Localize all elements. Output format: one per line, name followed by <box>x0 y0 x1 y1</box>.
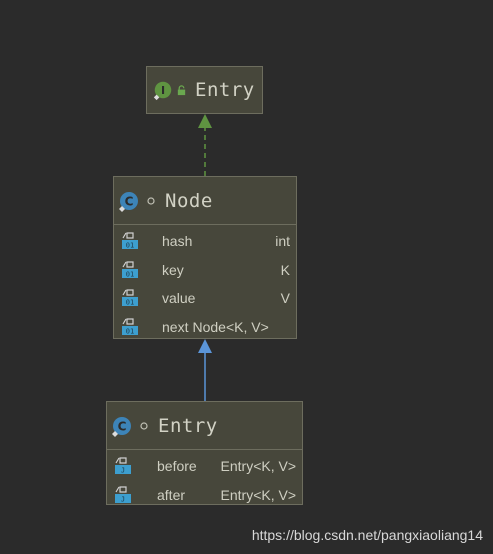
member-list: 01 hash int 01 key K 01 value V 01 next … <box>114 225 296 341</box>
svg-text:01: 01 <box>126 242 134 250</box>
node-title: Node <box>165 189 213 212</box>
member-name: key <box>162 261 184 278</box>
member-list: J before Entry<K, V> J after Entry<K, V> <box>107 450 302 509</box>
svg-text:01: 01 <box>126 328 134 336</box>
member-type: Entry<K, V> <box>220 458 296 475</box>
member-type: int <box>275 233 290 250</box>
interface-icon: I <box>153 81 172 101</box>
member-row[interactable]: 01 next Node<K, V> <box>114 313 296 342</box>
svg-text:J: J <box>121 495 125 503</box>
svg-text:C: C <box>125 194 134 208</box>
field-icon: 01 <box>122 289 138 307</box>
node-title: Entry <box>195 79 255 101</box>
member-type: Node<K, V> <box>192 319 269 336</box>
class-entry-node[interactable]: C Entry J before Entry<K, V> J after Ent… <box>106 401 303 505</box>
extends-arrow <box>198 339 212 401</box>
watermark: https://blog.csdn.net/pangxiaoliang14 <box>251 527 483 543</box>
package-private-icon <box>140 421 148 430</box>
member-name: after <box>157 486 186 503</box>
svg-text:I: I <box>161 84 165 97</box>
field-icon: J <box>115 457 131 475</box>
svg-text:J: J <box>121 467 125 475</box>
package-private-icon <box>147 196 155 205</box>
member-name: hash <box>162 233 193 250</box>
implements-arrow <box>198 114 212 176</box>
member-type: V <box>280 290 290 307</box>
interface-entry-node[interactable]: I Entry <box>146 66 263 114</box>
member-row[interactable]: 01 key K <box>114 256 296 285</box>
member-row[interactable]: 01 value V <box>114 284 296 313</box>
field-icon: 01 <box>122 318 138 336</box>
field-icon: J <box>115 486 131 503</box>
member-name: before <box>157 458 197 475</box>
member-row[interactable]: 01 hash int <box>114 227 296 256</box>
node-title: Entry <box>158 414 218 437</box>
lock-icon <box>177 84 186 95</box>
member-name: next <box>162 319 189 336</box>
final-field-icon: 01 <box>122 261 138 278</box>
class-icon: C <box>112 416 131 437</box>
svg-text:01: 01 <box>126 270 134 278</box>
member-row[interactable]: J before Entry<K, V> <box>107 452 302 481</box>
class-icon: C <box>119 191 138 212</box>
final-field-icon: 01 <box>122 232 138 250</box>
member-name: value <box>162 290 196 307</box>
member-type: Entry<K, V> <box>220 486 296 503</box>
svg-text:01: 01 <box>126 299 134 307</box>
svg-text:C: C <box>118 419 127 433</box>
member-row[interactable]: J after Entry<K, V> <box>107 481 302 510</box>
member-type: K <box>280 261 290 278</box>
class-node-node[interactable]: C Node 01 hash int 01 key K 01 value V 0… <box>113 176 297 339</box>
